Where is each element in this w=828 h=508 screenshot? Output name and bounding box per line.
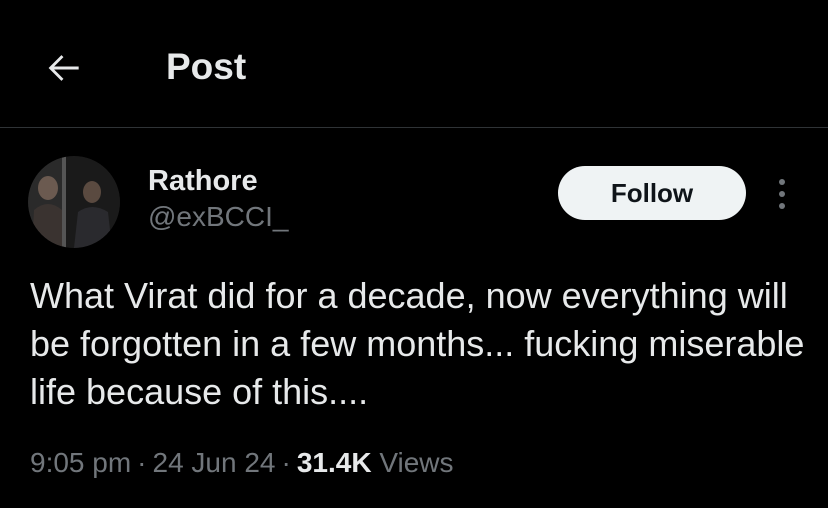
author-display-name[interactable]: Rathore [148,163,258,199]
views-count: 31.4K [296,447,372,478]
avatar[interactable] [28,156,120,248]
views-label: Views [379,447,454,478]
more-options-button[interactable] [764,172,800,216]
post-date[interactable]: 24 Jun 24 [153,447,276,478]
top-bar: Post [0,0,828,128]
post-time[interactable]: 9:05 pm [30,447,131,478]
separator: · [281,447,291,478]
page-title: Post [166,46,247,87]
profile-photo [28,156,120,248]
more-vertical-icon [779,179,785,185]
post-text: What Virat did for a decade, now everyth… [30,275,805,412]
arrow-left-icon [48,55,79,81]
more-vertical-icon [779,203,785,209]
follow-button[interactable]: Follow [558,166,746,220]
author-handle[interactable]: @exBCCI_ [148,200,288,234]
post-meta: 9:05 pm · 24 Jun 24 · 31.4K Views [30,444,454,482]
separator: · [137,447,147,478]
more-vertical-icon [779,191,785,197]
back-button[interactable] [38,42,90,94]
